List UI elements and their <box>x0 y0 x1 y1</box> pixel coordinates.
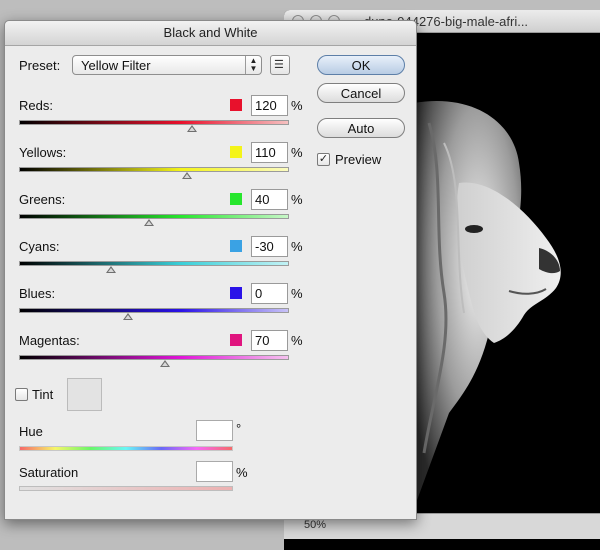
greens-slider[interactable] <box>19 214 289 219</box>
cyans-label: Cyans: <box>19 239 60 254</box>
blues-slider[interactable] <box>19 308 289 313</box>
reds-slider[interactable] <box>19 120 289 125</box>
yellows-slider-thumb[interactable] <box>182 172 192 179</box>
list-options-icon: ☰ <box>274 59 284 71</box>
preset-value: Yellow Filter <box>81 58 151 73</box>
magentas-swatch <box>230 334 242 346</box>
cyans-value-input[interactable]: -30 <box>251 236 288 257</box>
auto-button[interactable]: Auto <box>317 118 405 138</box>
tint-color-swatch[interactable] <box>67 378 102 411</box>
preset-dropdown[interactable]: Yellow Filter ▲ ▼ <box>72 55 262 75</box>
blues-value-input[interactable]: 0 <box>251 283 288 304</box>
yellows-label: Yellows: <box>19 145 67 160</box>
black-and-white-dialog: Black and White Preset: Yellow Filter ▲ ▼… <box>4 20 417 520</box>
magentas-slider[interactable] <box>19 355 289 360</box>
greens-slider-thumb[interactable] <box>144 219 154 226</box>
yellows-value-input[interactable]: 110 <box>251 142 288 163</box>
hue-slider[interactable] <box>19 446 233 451</box>
cyans-swatch <box>230 240 242 252</box>
ok-button[interactable]: OK <box>317 55 405 75</box>
reds-swatch <box>230 99 242 111</box>
saturation-percent: % <box>236 465 248 480</box>
magentas-value-input[interactable]: 70 <box>251 330 288 351</box>
reds-percent: % <box>291 98 303 113</box>
greens-label: Greens: <box>19 192 66 207</box>
hue-value-input[interactable] <box>196 420 233 441</box>
reds-label: Reds: <box>19 98 53 113</box>
greens-swatch <box>230 193 242 205</box>
blues-swatch <box>230 287 242 299</box>
dropdown-arrows-icon: ▲ ▼ <box>245 56 261 74</box>
cancel-button[interactable]: Cancel <box>317 83 405 103</box>
blues-percent: % <box>291 286 303 301</box>
preset-label: Preset: <box>19 58 61 73</box>
reds-slider-thumb[interactable] <box>187 125 197 132</box>
hue-degree-unit: ° <box>236 421 242 436</box>
preview-checkbox[interactable]: ✓ <box>317 153 330 166</box>
greens-percent: % <box>291 192 303 207</box>
magentas-percent: % <box>291 333 303 348</box>
hue-label: Hue <box>19 424 43 439</box>
preset-options-button[interactable]: ☰ <box>270 55 290 75</box>
tint-checkbox[interactable] <box>15 388 28 401</box>
preview-label: Preview <box>335 152 382 167</box>
magentas-label: Magentas: <box>19 333 80 348</box>
cyans-slider[interactable] <box>19 261 289 266</box>
zoom-level[interactable]: 50% <box>304 519 326 531</box>
saturation-value-input[interactable] <box>196 461 233 482</box>
yellows-percent: % <box>291 145 303 160</box>
reds-value-input[interactable]: 120 <box>251 95 288 116</box>
magentas-slider-thumb[interactable] <box>160 360 170 367</box>
saturation-slider[interactable] <box>19 486 233 491</box>
greens-value-input[interactable]: 40 <box>251 189 288 210</box>
cyans-slider-thumb[interactable] <box>106 266 116 273</box>
saturation-label: Saturation <box>19 465 79 480</box>
blues-label: Blues: <box>19 286 56 301</box>
yellows-swatch <box>230 146 242 158</box>
dialog-title: Black and White <box>5 21 416 46</box>
yellows-slider[interactable] <box>19 167 289 172</box>
blues-slider-thumb[interactable] <box>123 313 133 320</box>
tint-label: Tint <box>32 387 54 402</box>
cyans-percent: % <box>291 239 303 254</box>
